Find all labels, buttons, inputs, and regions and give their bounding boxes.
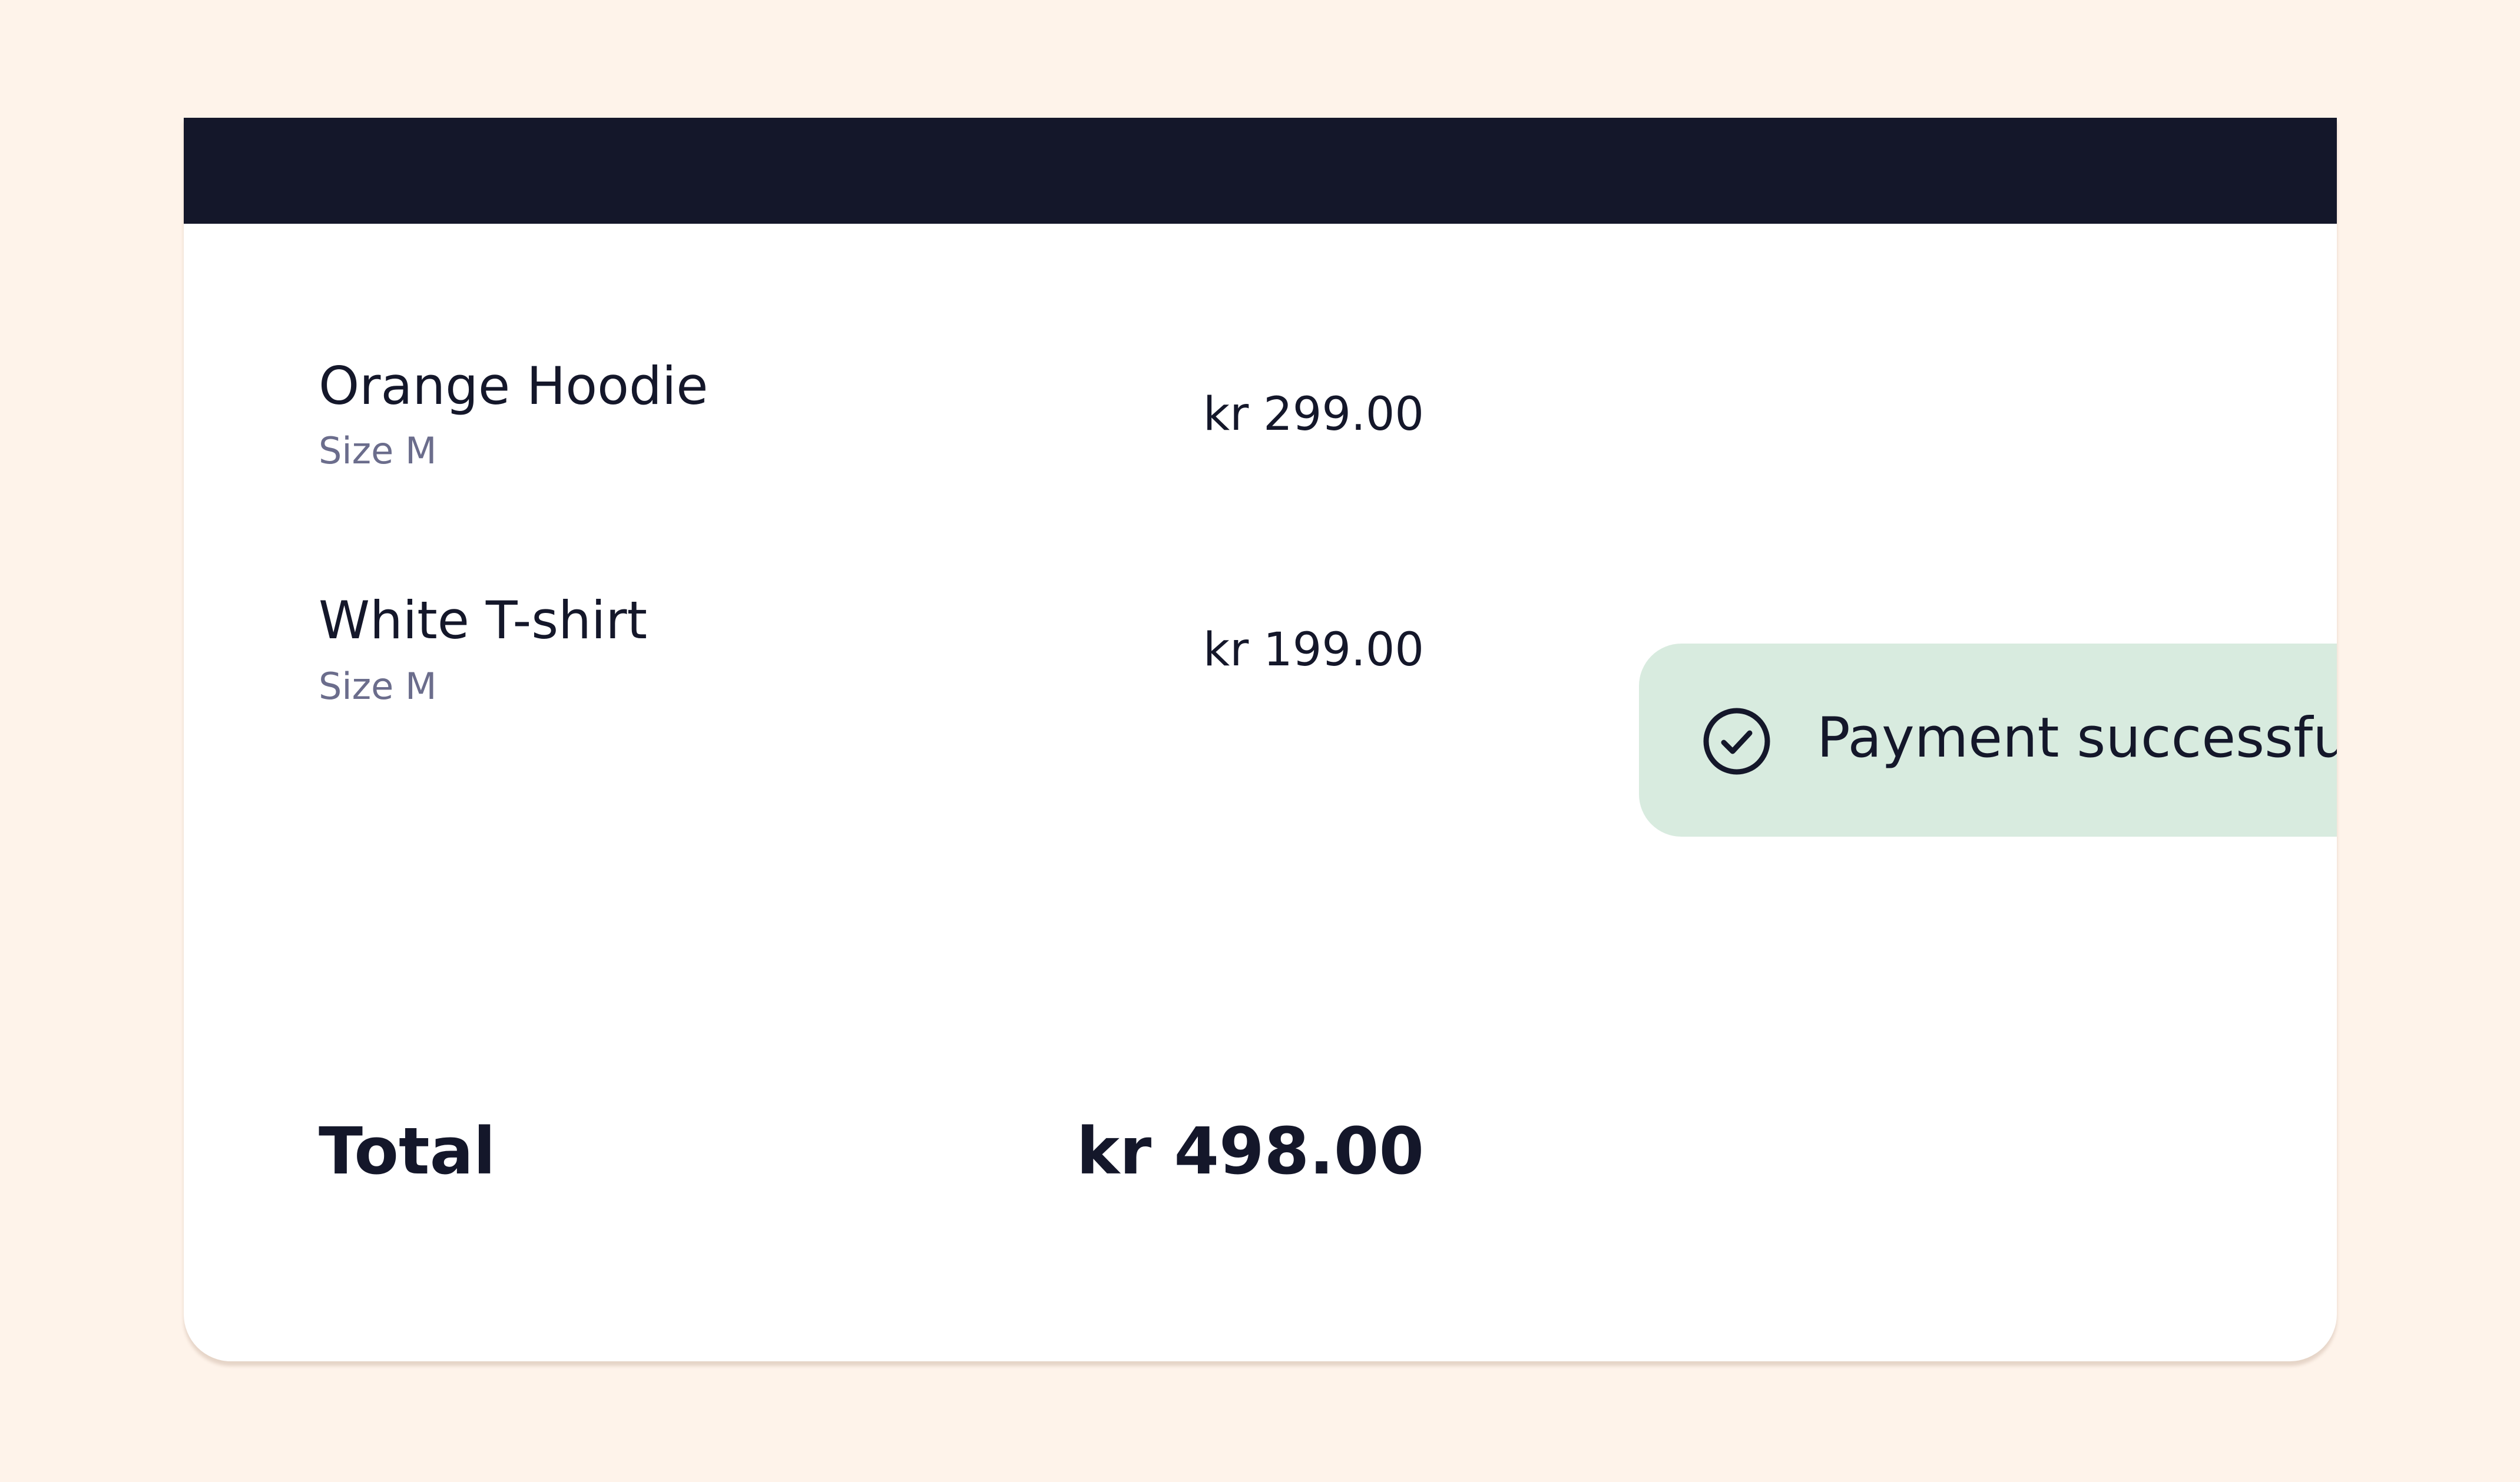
item-name: Orange Hoodie [319, 356, 708, 416]
item-size: Size M [319, 429, 437, 472]
toast-message: Payment successful [1817, 706, 2337, 770]
item-price: kr 299.00 [1203, 388, 1424, 441]
item-price: kr 199.00 [1203, 624, 1424, 677]
card-header-bar [184, 118, 2337, 224]
item-name: White T-shirt [319, 590, 648, 651]
total-value: kr 498.00 [1076, 1113, 1424, 1189]
item-size: Size M [319, 665, 437, 708]
total-label: Total [319, 1113, 496, 1189]
check-circle-icon [1703, 708, 1770, 775]
payment-success-toast: Payment successful [1639, 644, 2337, 837]
order-summary-card: Orange Hoodie Size M kr 299.00 White T-s… [184, 118, 2337, 1361]
